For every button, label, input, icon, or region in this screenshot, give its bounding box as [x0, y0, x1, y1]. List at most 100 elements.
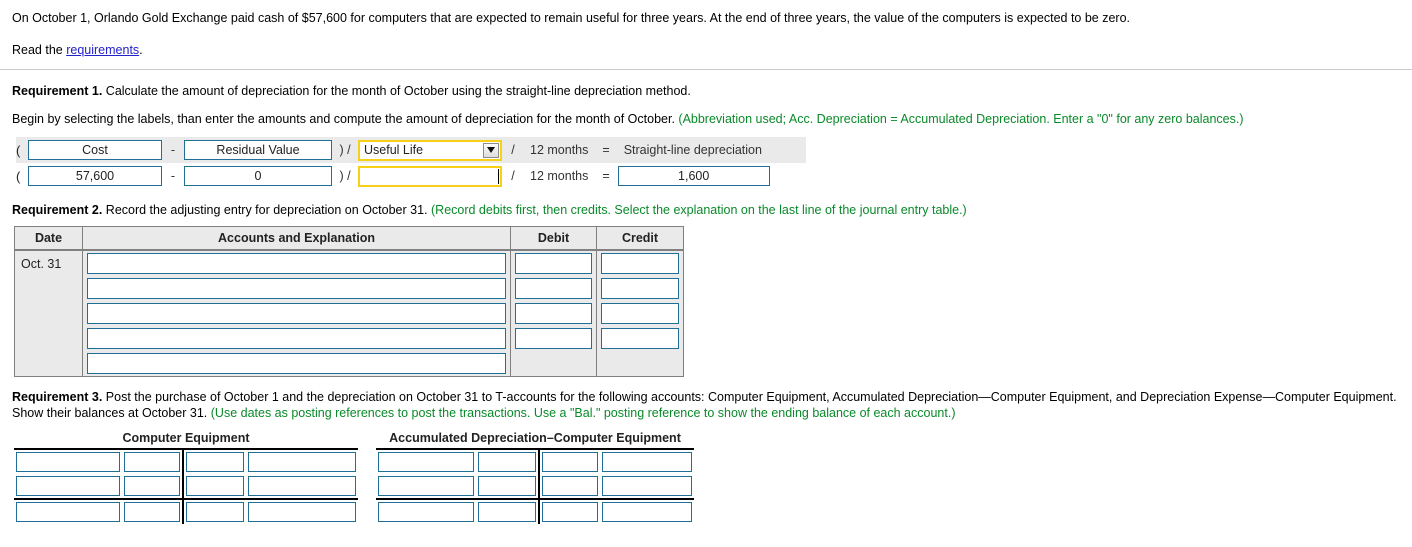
- journal-header-accounts: Accounts and Explanation: [83, 227, 511, 251]
- requirement-2-note: (Record debits first, then credits. Sele…: [431, 203, 967, 217]
- journal-account-input[interactable]: [87, 253, 506, 274]
- t-account-title: Accumulated Depreciation–Computer Equipm…: [389, 431, 681, 445]
- t-right-amount-input[interactable]: [542, 476, 598, 496]
- open-paren-values: (: [16, 168, 21, 184]
- intro-section: On October 1, Orlando Gold Exchange paid…: [0, 0, 1412, 58]
- formula-labels-row: ( - ) / Useful Life / 12 months = Straig…: [16, 137, 806, 163]
- t-left-ref-input[interactable]: [16, 452, 120, 472]
- useful-life-select[interactable]: Useful Life: [358, 139, 502, 161]
- requirement-1-instruction: Begin by selecting the labels, than ente…: [0, 111, 1412, 127]
- journal-debit-input[interactable]: [515, 303, 592, 324]
- t-right-ref-cell: [600, 500, 694, 524]
- journal-credit-input[interactable]: [601, 303, 679, 324]
- journal-debit-input[interactable]: [515, 278, 592, 299]
- equals-sign-values: =: [602, 169, 610, 183]
- straight-line-depreciation-label: Straight-line depreciation: [623, 143, 762, 157]
- journal-date-cell: Oct. 31: [15, 251, 83, 376]
- t-left-ref-input[interactable]: [16, 476, 120, 496]
- read-requirements-line: Read the requirements.: [12, 42, 1400, 58]
- t-right-ref-cell: [246, 500, 358, 524]
- journal-account-input[interactable]: [87, 303, 506, 324]
- useful-life-value-field[interactable]: [358, 165, 502, 187]
- journal-header-credit: Credit: [597, 227, 683, 251]
- journal-credit-input[interactable]: [601, 253, 679, 274]
- t-right-ref-input[interactable]: [248, 476, 356, 496]
- t-account-accumulated-depreciation: Accumulated Depreciation–Computer Equipm…: [376, 431, 694, 524]
- exercise-page: On October 1, Orlando Gold Exchange paid…: [0, 0, 1412, 547]
- journal-credit-input[interactable]: [601, 328, 679, 349]
- t-left-ref-input[interactable]: [378, 452, 474, 472]
- journal-credit-input[interactable]: [601, 278, 679, 299]
- t-left-ref-cell: [14, 474, 122, 498]
- t-left-amount-cell: [476, 500, 538, 524]
- cost-label-field[interactable]: [28, 140, 162, 160]
- t-right-amount-input[interactable]: [186, 476, 244, 496]
- divide-sign-labels: /: [511, 143, 515, 157]
- equals-sign-labels: =: [602, 143, 610, 157]
- t-balance-left-ref-input[interactable]: [378, 502, 474, 522]
- requirement-1-instruction-text: Begin by selecting the labels, than ente…: [12, 112, 675, 126]
- t-balance-right-amount-input[interactable]: [186, 502, 244, 522]
- read-prefix: Read the: [12, 43, 67, 57]
- t-account-row: [376, 450, 694, 474]
- requirement-1-text: Calculate the amount of depreciation for…: [102, 84, 691, 98]
- t-balance-right-ref-input[interactable]: [248, 502, 356, 522]
- t-left-amount-cell: [122, 474, 182, 498]
- open-paren-labels: (: [16, 142, 21, 158]
- t-balance-left-amount-input[interactable]: [124, 502, 180, 522]
- t-left-amount-input[interactable]: [478, 452, 536, 472]
- t-right-ref-cell: [246, 450, 358, 474]
- t-account-row: [14, 474, 358, 498]
- t-balance-right-amount-input[interactable]: [542, 502, 598, 522]
- journal-debit-input[interactable]: [515, 328, 592, 349]
- t-left-amount-input[interactable]: [478, 476, 536, 496]
- text-caret: [498, 168, 499, 184]
- t-left-amount-input[interactable]: [124, 452, 180, 472]
- t-left-amount-input[interactable]: [124, 476, 180, 496]
- cost-value-field[interactable]: [28, 166, 162, 186]
- t-left-amount-cell: [122, 450, 182, 474]
- requirement-1-label: Requirement 1.: [12, 84, 103, 98]
- t-account-grid: [376, 448, 694, 524]
- t-balance-left-amount-input[interactable]: [478, 502, 536, 522]
- t-right-ref-input[interactable]: [602, 476, 692, 496]
- chevron-down-icon[interactable]: [483, 142, 499, 158]
- divide-sign-values: /: [511, 169, 515, 183]
- t-right-amount-cell: [182, 500, 246, 524]
- requirement-2-heading: Requirement 2. Record the adjusting entr…: [0, 202, 1412, 218]
- t-right-ref-input[interactable]: [602, 452, 692, 472]
- journal-debit-cell: [511, 251, 597, 276]
- requirement-1-heading: Requirement 1. Calculate the amount of d…: [0, 83, 1412, 99]
- t-right-amount-cell: [182, 474, 246, 498]
- journal-credit-cell: [597, 301, 683, 326]
- requirements-link[interactable]: requirements: [66, 43, 139, 57]
- problem-statement: On October 1, Orlando Gold Exchange paid…: [12, 11, 1131, 25]
- t-left-ref-input[interactable]: [378, 476, 474, 496]
- t-balance-left-ref-input[interactable]: [16, 502, 120, 522]
- journal-debit-empty: [511, 351, 597, 376]
- depreciation-result-field[interactable]: [617, 166, 770, 186]
- t-right-amount-input[interactable]: [186, 452, 244, 472]
- residual-value-field[interactable]: [184, 166, 332, 186]
- residual-value-label-field[interactable]: [184, 140, 332, 160]
- t-right-ref-input[interactable]: [248, 452, 356, 472]
- formula-values-row: ( - ) / / 12 months =: [16, 163, 1412, 189]
- journal-account-input[interactable]: [87, 328, 506, 349]
- months-label: 12 months: [530, 143, 589, 157]
- close-paren-divide-values: ) /: [339, 169, 351, 183]
- t-right-ref-cell: [600, 450, 694, 474]
- table-row: [15, 301, 683, 326]
- journal-account-input[interactable]: [87, 278, 506, 299]
- requirement-2-label: Requirement 2.: [12, 203, 103, 217]
- journal-account-cell: [83, 251, 511, 276]
- journal-header-date: Date: [15, 227, 83, 251]
- t-right-ref-cell: [600, 474, 694, 498]
- t-left-ref-cell: [376, 450, 476, 474]
- t-right-amount-input[interactable]: [542, 452, 598, 472]
- journal-debit-input[interactable]: [515, 253, 592, 274]
- t-balance-right-ref-input[interactable]: [602, 502, 692, 522]
- journal-account-cell: [83, 326, 511, 351]
- t-right-amount-cell: [538, 500, 600, 524]
- t-left-ref-cell: [376, 474, 476, 498]
- journal-explanation-input[interactable]: [87, 353, 506, 374]
